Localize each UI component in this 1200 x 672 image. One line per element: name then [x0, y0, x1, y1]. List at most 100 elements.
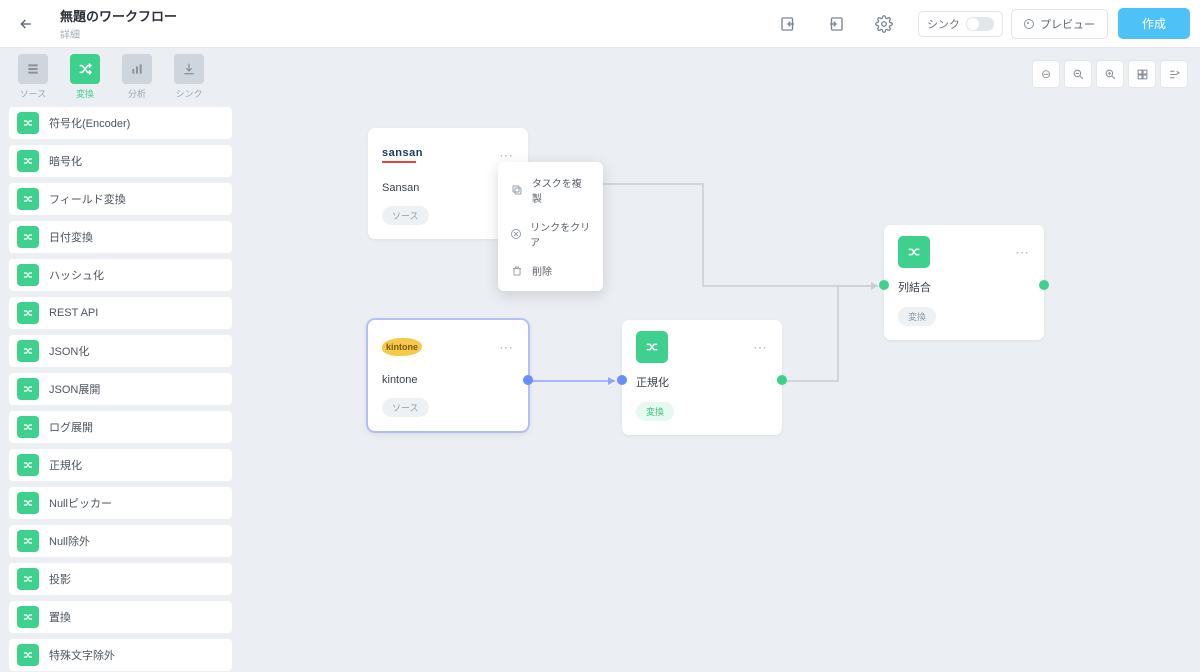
palette-tabs: ソース 変換 分析 シンク [8, 54, 233, 100]
transform-chip-icon [17, 226, 39, 248]
zoom-in-button[interactable] [1096, 60, 1124, 88]
palette-item[interactable]: Null除外 [8, 524, 233, 558]
sync-toggle[interactable]: シンク [918, 11, 1003, 37]
palette-item-label: JSON展開 [49, 381, 100, 397]
stats-icon [122, 54, 152, 84]
node-title: 正規化 [636, 374, 768, 390]
palette-item-label: 日付変換 [49, 229, 93, 245]
copy-icon [510, 183, 524, 197]
palette-item[interactable]: 暗号化 [8, 144, 233, 178]
palette-item-label: 符号化(Encoder) [49, 115, 130, 131]
palette-item[interactable]: フィールド変換 [8, 182, 233, 216]
node-normalize[interactable]: ⋯ 正規化 変換 [622, 320, 782, 435]
port-out[interactable] [523, 375, 533, 385]
tab-analyze[interactable]: 分析 [122, 54, 152, 100]
palette-item[interactable]: 日付変換 [8, 220, 233, 254]
auto-layout-button[interactable] [1160, 60, 1188, 88]
palette-item-label: REST API [49, 307, 98, 319]
transform-chip-icon [17, 454, 39, 476]
preview-icon [1024, 19, 1034, 29]
palette-item-label: フィールド変換 [49, 191, 126, 207]
node-menu-button[interactable]: ⋯ [499, 339, 514, 356]
ctx-clear-link[interactable]: リンクをクリア [498, 212, 603, 256]
port-out[interactable] [777, 375, 787, 385]
palette-item-label: Null除外 [49, 533, 90, 549]
palette-item[interactable]: 符号化(Encoder) [8, 106, 233, 140]
export-icon[interactable] [818, 6, 854, 42]
top-bar: 無題のワークフロー 詳細 シンク プレビュー 作成 [0, 0, 1200, 48]
ctx-delete[interactable]: 削除 [498, 256, 603, 285]
node-menu-button[interactable]: ⋯ [499, 147, 514, 164]
zoom-out-button[interactable] [1064, 60, 1092, 88]
node-title: kintone [382, 374, 514, 386]
sansan-logo: sansan [382, 147, 423, 163]
palette-item-label: ログ展開 [49, 419, 93, 435]
port-in[interactable] [879, 280, 889, 290]
palette-item-label: 投影 [49, 571, 71, 587]
palette-item[interactable]: Nullピッカー [8, 486, 233, 520]
palette-item[interactable]: JSON化 [8, 334, 233, 368]
settings-icon[interactable] [866, 6, 902, 42]
create-button[interactable]: 作成 [1118, 8, 1190, 39]
palette-item[interactable]: 置換 [8, 600, 233, 634]
import-icon[interactable] [770, 6, 806, 42]
tab-source[interactable]: ソース [18, 54, 48, 100]
sync-label: シンク [927, 16, 960, 32]
toggle-switch[interactable] [966, 17, 994, 31]
port-in[interactable] [617, 375, 627, 385]
tab-sink[interactable]: シンク [174, 54, 204, 100]
workflow-subtitle: 詳細 [60, 26, 177, 41]
transform-chip-icon [17, 340, 39, 362]
palette-item-label: 正規化 [49, 457, 82, 473]
palette-item[interactable]: 正規化 [8, 448, 233, 482]
download-icon [174, 54, 204, 84]
fit-button[interactable] [1128, 60, 1156, 88]
context-menu: タスクを複製 リンクをクリア 削除 [498, 162, 603, 291]
node-menu-button[interactable]: ⋯ [1015, 244, 1030, 261]
palette-item-label: 暗号化 [49, 153, 82, 169]
zoom-reset-button[interactable]: ⊖ [1032, 60, 1060, 88]
workflow-title-block: 無題のワークフロー 詳細 [60, 6, 177, 41]
palette-item-label: 特殊文字除外 [49, 647, 115, 663]
node-coljoin[interactable]: ⋯ 列結合 変換 [884, 225, 1044, 340]
transform-chip-icon [17, 492, 39, 514]
palette-item[interactable]: REST API [8, 296, 233, 330]
palette-item[interactable]: 特殊文字除外 [8, 638, 233, 672]
clear-icon [510, 227, 522, 241]
palette-item[interactable]: ハッシュ化 [8, 258, 233, 292]
palette-item-label: 置換 [49, 609, 71, 625]
node-badge-transform: 変換 [636, 402, 674, 421]
trash-icon [510, 264, 524, 278]
node-title: Sansan [382, 182, 514, 194]
transform-chip-icon [17, 568, 39, 590]
transform-chip-icon [17, 530, 39, 552]
workflow-title[interactable]: 無題のワークフロー [60, 6, 177, 25]
palette-item-label: JSON化 [49, 343, 89, 359]
transform-chip-icon [17, 188, 39, 210]
back-button[interactable] [10, 8, 42, 40]
node-kintone[interactable]: kintone ⋯ kintone ソース [368, 320, 528, 431]
transform-chip-icon [17, 264, 39, 286]
node-menu-button[interactable]: ⋯ [753, 339, 768, 356]
node-badge-source: ソース [382, 398, 429, 417]
palette-item[interactable]: ログ展開 [8, 410, 233, 444]
transform-chip-icon [17, 150, 39, 172]
preview-button[interactable]: プレビュー [1011, 9, 1108, 39]
node-badge-source: ソース [382, 206, 429, 225]
transform-chip-icon [17, 416, 39, 438]
palette-item-label: Nullピッカー [49, 495, 112, 511]
shuffle-icon [70, 54, 100, 84]
transform-chip-icon [17, 606, 39, 628]
canvas-toolbar: ⊖ [1032, 60, 1188, 88]
port-out[interactable] [1039, 280, 1049, 290]
rows-icon [18, 54, 48, 84]
transform-chip-icon [17, 302, 39, 324]
ctx-duplicate[interactable]: タスクを複製 [498, 168, 603, 212]
palette-item[interactable]: JSON展開 [8, 372, 233, 406]
node-badge-transform: 変換 [898, 307, 936, 326]
palette-item[interactable]: 投影 [8, 562, 233, 596]
transform-icon [636, 331, 668, 363]
palette-item-label: ハッシュ化 [49, 267, 104, 283]
transform-chip-icon [17, 378, 39, 400]
tab-transform[interactable]: 変換 [70, 54, 100, 100]
